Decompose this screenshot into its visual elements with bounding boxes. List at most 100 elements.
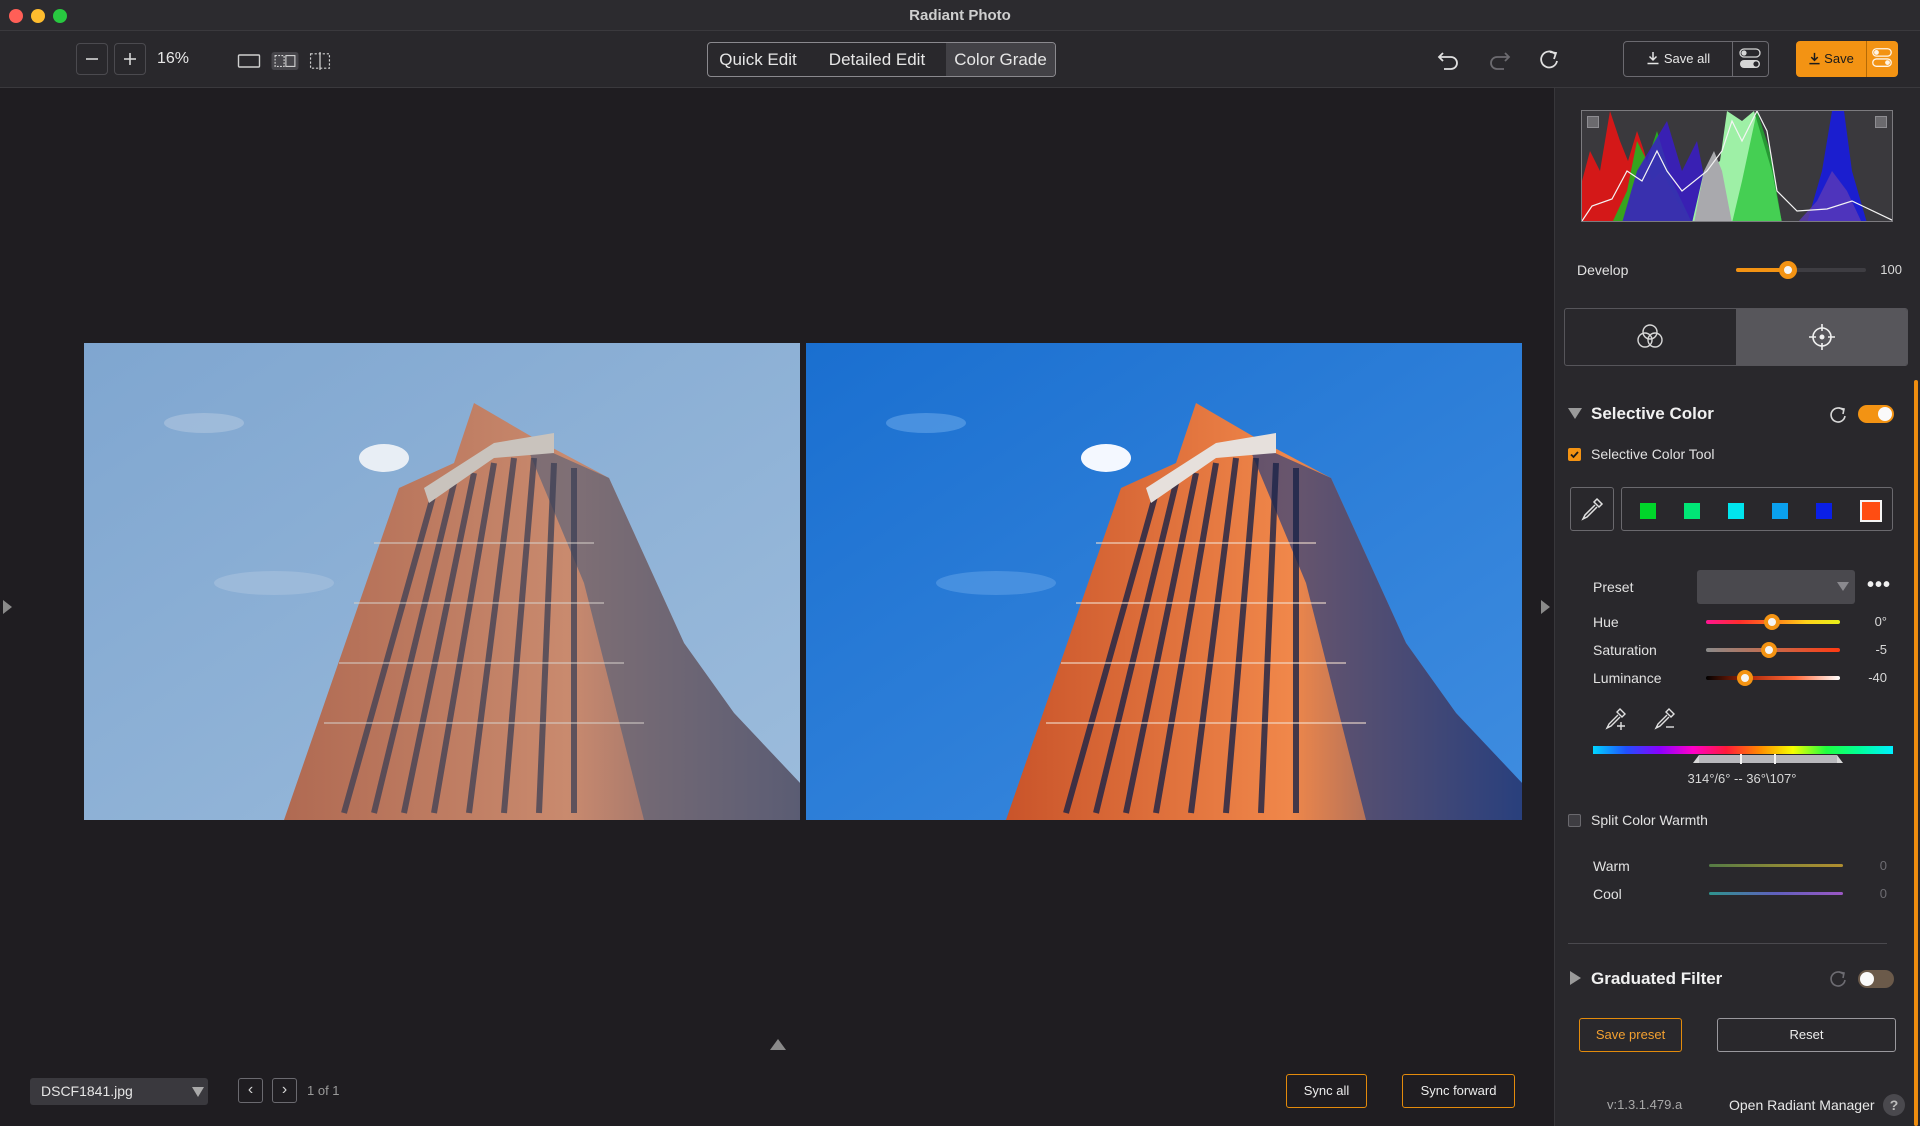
swatch-cyan[interactable] — [1728, 503, 1744, 519]
undo-icon[interactable] — [1435, 46, 1463, 74]
sync-forward-button[interactable]: Sync forward — [1402, 1074, 1515, 1108]
expand-left-panel-icon[interactable] — [3, 600, 12, 614]
save-label: Save — [1824, 51, 1854, 66]
sync-all-button[interactable]: Sync all — [1286, 1074, 1367, 1108]
subtract-color-eyedropper-icon[interactable] — [1652, 706, 1678, 732]
reset-section-icon[interactable] — [1828, 405, 1848, 425]
preset-select[interactable] — [1697, 570, 1855, 604]
save-button[interactable]: Save — [1796, 41, 1866, 77]
reset-graduated-filter-icon[interactable] — [1828, 969, 1848, 989]
save-all-button[interactable]: Save all — [1623, 41, 1733, 77]
expand-graduated-filter-icon[interactable] — [1570, 971, 1581, 985]
panel-mode-switch — [1564, 308, 1908, 366]
global-adjustments-tab[interactable] — [1565, 309, 1736, 365]
crosshair-icon — [1809, 324, 1835, 350]
collapse-right-panel-icon[interactable] — [1541, 600, 1550, 614]
develop-label: Develop — [1577, 262, 1629, 278]
shadow-clip-toggle[interactable] — [1587, 116, 1599, 128]
saturation-value: -5 — [1875, 642, 1887, 657]
swatch-mint[interactable] — [1684, 503, 1700, 519]
zoom-out-button[interactable] — [76, 43, 108, 75]
hue-label: Hue — [1593, 614, 1619, 630]
add-color-eyedropper-icon[interactable] — [1603, 706, 1629, 732]
color-range-readout: 314°/6° -- 36°\107° — [1687, 771, 1797, 786]
next-image-button[interactable]: › — [272, 1078, 297, 1103]
download-icon — [1647, 52, 1659, 65]
warm-slider[interactable] — [1709, 864, 1843, 867]
graduated-filter-toggle[interactable] — [1858, 970, 1894, 988]
selective-color-tool-checkbox[interactable] — [1568, 448, 1581, 461]
open-radiant-manager-link[interactable]: Open Radiant Manager — [1729, 1097, 1875, 1113]
hue-slider-thumb[interactable] — [1764, 614, 1780, 630]
color-range-selector[interactable] — [1693, 752, 1843, 766]
cool-label: Cool — [1593, 886, 1622, 902]
before-image[interactable] — [84, 343, 800, 820]
app-title: Radiant Photo — [909, 7, 1011, 24]
save-options-button[interactable] — [1866, 41, 1898, 77]
checkmark-icon — [1570, 451, 1579, 459]
file-name: DSCF1841.jpg — [41, 1083, 133, 1099]
after-image[interactable] — [806, 343, 1522, 820]
histogram-graph — [1582, 111, 1892, 221]
save-preset-button[interactable]: Save preset — [1579, 1018, 1682, 1052]
image-canvas — [0, 88, 1554, 1126]
swatch-azure[interactable] — [1772, 503, 1788, 519]
file-select[interactable]: DSCF1841.jpg — [30, 1078, 208, 1105]
page-count: 1 of 1 — [307, 1083, 340, 1098]
chevron-down-icon — [192, 1087, 204, 1097]
reset-all-icon[interactable] — [1535, 46, 1563, 74]
redo-icon[interactable] — [1485, 46, 1513, 74]
minus-icon — [86, 58, 98, 60]
luminance-slider[interactable] — [1706, 676, 1840, 680]
help-icon[interactable]: ? — [1883, 1094, 1905, 1116]
histogram — [1581, 110, 1893, 222]
saturation-label: Saturation — [1593, 642, 1657, 658]
tab-quick-edit[interactable]: Quick Edit — [708, 43, 808, 76]
warm-value: 0 — [1879, 858, 1887, 873]
preset-label: Preset — [1593, 579, 1634, 595]
single-view-icon[interactable] — [237, 52, 261, 70]
show-filmstrip-icon[interactable] — [770, 1039, 786, 1050]
zoom-level: 16% — [157, 50, 190, 67]
color-picker-button[interactable] — [1570, 487, 1614, 531]
tab-detailed-edit[interactable]: Detailed Edit — [808, 43, 946, 76]
swatch-orange-selected[interactable] — [1860, 500, 1882, 522]
edit-mode-tabs: Quick Edit Detailed Edit Color Grade — [707, 42, 1056, 77]
selective-color-tool-label: Selective Color Tool — [1591, 446, 1715, 462]
chevron-right-icon: › — [281, 1081, 288, 1098]
saturation-slider-thumb[interactable] — [1761, 642, 1777, 658]
panel-scrollbar[interactable] — [1914, 380, 1918, 1126]
save-all-options-button[interactable] — [1733, 41, 1769, 77]
compare-slider-icon[interactable] — [308, 52, 332, 70]
luminance-slider-thumb[interactable] — [1737, 670, 1753, 686]
toggle-knob — [1860, 972, 1874, 986]
toggle-knob — [1878, 407, 1892, 421]
selective-color-toggle[interactable] — [1858, 405, 1894, 423]
cool-slider[interactable] — [1709, 892, 1843, 895]
tab-color-grade[interactable]: Color Grade — [946, 43, 1055, 76]
more-options-icon[interactable]: ••• — [1867, 574, 1891, 597]
graduated-filter-title: Graduated Filter — [1591, 969, 1723, 988]
selective-color-title: Selective Color — [1591, 404, 1714, 423]
swatch-green[interactable] — [1640, 503, 1656, 519]
eyedropper-icon — [1581, 497, 1604, 521]
reset-button[interactable]: Reset — [1717, 1018, 1896, 1052]
color-swatches — [1621, 487, 1893, 531]
develop-value: 100 — [1880, 262, 1902, 277]
split-color-warmth-checkbox[interactable] — [1568, 814, 1581, 827]
develop-slider-thumb[interactable] — [1779, 261, 1797, 279]
chevron-down-icon — [1837, 582, 1849, 591]
toggles-icon — [1739, 48, 1761, 68]
collapse-selective-color-icon[interactable] — [1568, 408, 1582, 419]
download-icon — [1809, 52, 1820, 65]
color-circles-icon — [1637, 324, 1663, 348]
highlight-clip-toggle[interactable] — [1875, 116, 1887, 128]
luminance-label: Luminance — [1593, 670, 1662, 686]
split-view-icon[interactable] — [270, 52, 300, 70]
zoom-in-button[interactable] — [114, 43, 146, 75]
swatch-blue[interactable] — [1816, 503, 1832, 519]
title-bar: Radiant Photo — [0, 0, 1920, 31]
targeted-adjustments-tab[interactable] — [1736, 309, 1907, 365]
chevron-left-icon: ‹ — [247, 1081, 254, 1098]
previous-image-button[interactable]: ‹ — [238, 1078, 263, 1103]
